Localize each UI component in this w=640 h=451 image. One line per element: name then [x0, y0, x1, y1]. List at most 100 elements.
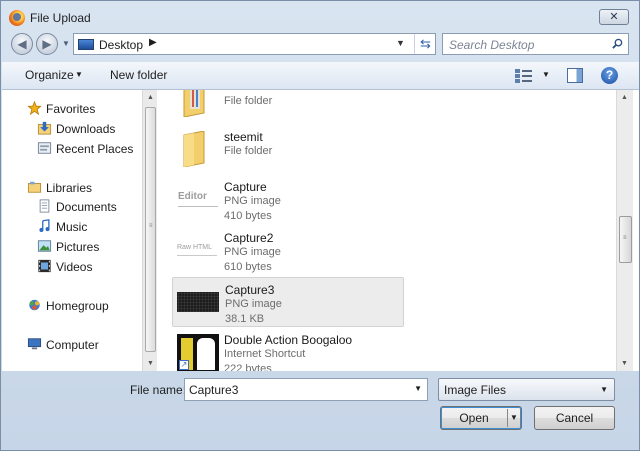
nav-label: Favorites	[46, 102, 96, 116]
organize-button[interactable]: Organize	[25, 68, 74, 82]
file-name: steemit	[224, 130, 263, 144]
file-name-input[interactable]: Capture3 ▼	[184, 378, 428, 401]
grip-icon: ≡	[149, 223, 153, 229]
nav-label: Computer	[46, 338, 99, 352]
image-thumbnail: Raw HTML	[175, 230, 219, 270]
shortcut-arrow-icon: ↗	[179, 360, 189, 370]
desktop-icon	[78, 39, 94, 50]
nav-label: Downloads	[56, 122, 116, 136]
new-folder-button[interactable]: New folder	[110, 68, 167, 82]
file-name: Double Action Boogaloo	[224, 333, 353, 347]
open-button[interactable]: Open ▼	[440, 406, 522, 430]
breadcrumb-arrow-icon[interactable]: ▶	[149, 37, 157, 48]
scroll-down-arrow-icon[interactable]: ▼	[143, 356, 158, 371]
firefox-icon	[9, 10, 25, 26]
nav-label: Pictures	[56, 240, 100, 254]
file-type: PNG image	[225, 298, 282, 310]
scrollbar-thumb[interactable]: ≡	[619, 216, 632, 263]
file-item-capture2[interactable]: Raw HTML Capture2 PNG image 610 bytes	[172, 226, 404, 276]
thumbnail-rule	[177, 255, 217, 256]
scroll-up-arrow-icon[interactable]: ▲	[617, 90, 632, 105]
open-options-dropdown-icon[interactable]: ▼	[510, 407, 518, 429]
refresh-button[interactable]: ⇆	[414, 34, 436, 54]
back-arrow-icon: ◀	[17, 37, 27, 51]
forward-button[interactable]: ▶	[36, 33, 58, 55]
folder-icon	[183, 90, 205, 117]
window-title: File Upload	[30, 11, 91, 25]
file-item-double-action-boogaloo[interactable]: ↗ Double Action Boogaloo Internet Shortc…	[172, 328, 404, 371]
search-input[interactable]: Search Desktop	[449, 38, 534, 52]
organize-dropdown-icon[interactable]: ▼	[75, 70, 83, 79]
nav-label: Documents	[56, 200, 117, 214]
file-size: 610 bytes	[224, 261, 272, 273]
navigation-pane[interactable]: Favorites Downloads Recent Places Librar…	[2, 90, 142, 371]
help-icon[interactable]: ?	[601, 67, 618, 84]
scroll-down-arrow-icon[interactable]: ▼	[617, 356, 632, 371]
search-box[interactable]: Search Desktop	[442, 33, 629, 55]
computer-icon	[27, 338, 42, 350]
chevron-down-icon[interactable]: ▼	[600, 385, 608, 394]
change-view-icon[interactable]	[515, 69, 533, 83]
scroll-up-arrow-icon[interactable]: ▲	[143, 90, 158, 105]
close-button[interactable]: ✕	[599, 9, 629, 25]
scrollbar-thumb[interactable]: ≡	[145, 107, 156, 352]
file-size: 410 bytes	[224, 210, 272, 222]
grip-icon: ≡	[623, 235, 627, 241]
recent-locations-dropdown[interactable]: ▼	[62, 39, 70, 48]
file-item-capture[interactable]: Editor Capture PNG image 410 bytes	[172, 175, 404, 225]
content-area: Favorites Downloads Recent Places Librar…	[2, 90, 639, 371]
downloads-icon	[37, 121, 52, 135]
file-name-label: File name:	[130, 383, 187, 397]
view-options-dropdown-icon[interactable]: ▼	[542, 70, 550, 79]
image-thumbnail	[176, 282, 220, 322]
thumbnail-rule	[178, 206, 218, 207]
nav-label: Music	[56, 220, 88, 234]
forward-arrow-icon: ▶	[42, 37, 52, 51]
file-size: 222 bytes	[224, 363, 272, 371]
file-name: Capture2	[224, 231, 274, 245]
file-item-capture3[interactable]: Capture3 PNG image 38.1 KB	[172, 277, 404, 327]
shortcut-thumbnail: ↗	[175, 332, 219, 371]
file-type: PNG image	[224, 246, 281, 258]
file-type-value: Image Files	[444, 383, 507, 397]
file-size: 38.1 KB	[225, 313, 265, 325]
image-thumbnail: Editor	[175, 179, 219, 219]
libraries-icon	[27, 181, 42, 193]
homegroup-icon	[29, 299, 40, 311]
shortcut-image-letter	[197, 338, 215, 370]
file-name-value[interactable]: Capture3	[189, 383, 238, 397]
file-name: Capture	[224, 180, 267, 194]
recent-places-icon	[37, 142, 52, 154]
file-type: PNG image	[224, 195, 281, 207]
videos-icon	[38, 259, 51, 273]
file-upload-dialog: File Upload ✕ ◀ ▶ ▼ Desktop ▶ ▼ ⇆ Search…	[0, 0, 640, 451]
nav-pane-scrollbar[interactable]: ▲ ≡ ▼	[142, 90, 157, 371]
file-list[interactable]: File folder steemit File folder Editor C…	[158, 90, 616, 371]
file-type: File folder	[224, 145, 273, 157]
address-history-dropdown[interactable]: ▼	[396, 38, 405, 48]
folder-icon	[183, 131, 205, 167]
split-divider	[507, 409, 508, 427]
file-item-steemit[interactable]: steemit File folder	[172, 125, 404, 175]
command-bar: Organize ▼ New folder ▼ ?	[2, 62, 639, 90]
title-bar: File Upload ✕	[1, 1, 639, 33]
file-list-scrollbar[interactable]: ▲ ≡ ▼	[616, 90, 633, 371]
back-button[interactable]: ◀	[11, 33, 33, 55]
file-type: Internet Shortcut	[224, 348, 306, 360]
open-label: Open	[459, 411, 489, 425]
preview-pane-icon[interactable]	[567, 68, 583, 83]
dark-image-preview	[177, 292, 219, 312]
address-bar[interactable]: Desktop ▶ ▼ ⇆	[73, 33, 436, 55]
chevron-down-icon[interactable]: ▼	[414, 384, 422, 393]
nav-label: Recent Places	[56, 142, 134, 156]
documents-icon	[39, 199, 50, 213]
address-location[interactable]: Desktop	[99, 38, 143, 52]
music-icon	[39, 219, 50, 232]
file-item-folder[interactable]: File folder	[172, 90, 404, 125]
file-type: File folder	[224, 95, 273, 107]
cancel-button[interactable]: Cancel	[534, 406, 615, 430]
pictures-icon	[37, 240, 52, 252]
search-icon[interactable]	[612, 38, 623, 49]
file-type-select[interactable]: Image Files ▼	[438, 378, 615, 401]
file-name: Capture3	[225, 283, 275, 297]
